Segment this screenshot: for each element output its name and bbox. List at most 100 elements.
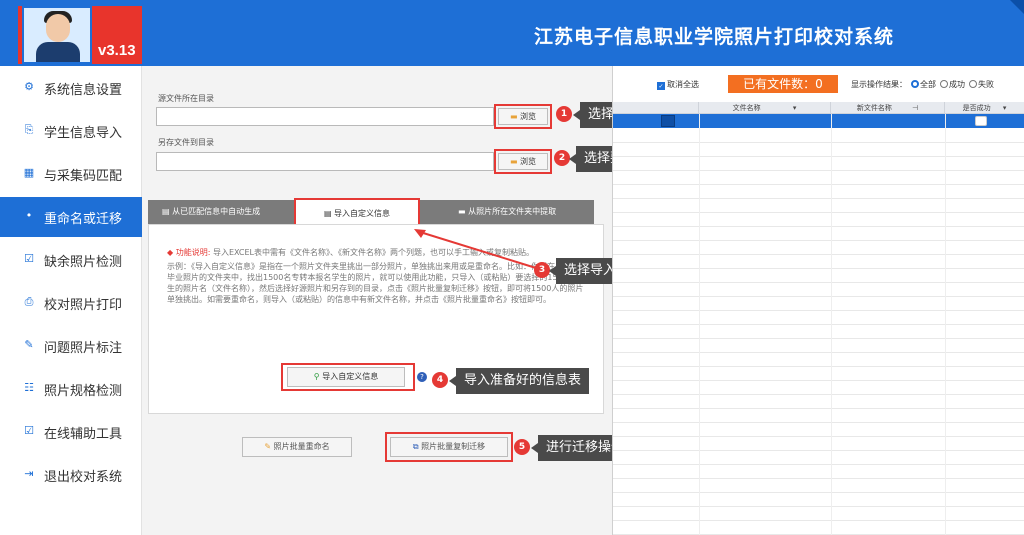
check-icon: ☑: [24, 252, 34, 265]
folder-icon: ▬: [458, 207, 466, 216]
sidebar-item-proof-print[interactable]: ⎙ 校对照片打印: [0, 283, 142, 323]
table-header: 文件名称 ▾ 新文件名称 ⊣ 是否成功 ▾: [613, 102, 1024, 114]
column-label: 是否成功: [962, 104, 991, 112]
radio-success-label: 成功: [949, 80, 965, 89]
version-label: v3.13: [98, 42, 136, 59]
import-custom-button[interactable]: ⚲ 导入自定义信息: [287, 367, 405, 387]
column-header-new-filename[interactable]: 新文件名称 ⊣: [831, 102, 945, 114]
grid-line: [613, 478, 1024, 479]
sort-arrow-icon: ▾: [792, 104, 797, 112]
grid-line: [613, 240, 1024, 241]
tab-auto-generate[interactable]: ▤ 从已匹配信息中自动生成: [162, 200, 294, 224]
batch-copy-move-button[interactable]: ⧉ 照片批量复制迁移: [390, 437, 508, 457]
grid-line: [613, 492, 1024, 493]
step-badge: 2: [554, 150, 570, 166]
batch-rename-label: 照片批量重命名: [273, 442, 330, 451]
grid-line: [613, 408, 1024, 409]
sidebar-item-label: 重命名或迁移: [44, 212, 123, 227]
header-bar: v3.13 江苏电子信息职业学院照片打印校对系统: [0, 0, 1024, 66]
grid-line: [613, 226, 1024, 227]
doc-icon: ▤: [323, 209, 332, 218]
sidebar-item-problem-mark[interactable]: ✎ 问题照片标注: [0, 326, 142, 366]
sidebar-item-student-import[interactable]: ⎘ 学生信息导入: [0, 111, 142, 151]
sidebar-item-label: 学生信息导入: [44, 126, 123, 141]
row-checkbox[interactable]: [975, 116, 987, 126]
pointer-arrow-icon: [414, 229, 537, 269]
sidebar-item-label: 缺余照片检测: [44, 255, 123, 270]
import-icon: ⎘: [24, 123, 34, 136]
column-header-filename[interactable]: 文件名称 ▾: [699, 102, 831, 114]
grid-line: [699, 114, 700, 535]
target-dir-label: 另存文件到目录: [158, 138, 214, 147]
help-icon[interactable]: ?: [417, 372, 427, 382]
source-dir-input[interactable]: [156, 107, 494, 126]
grid-line: [613, 156, 1024, 157]
corner-decoration: [1010, 0, 1024, 14]
grid-line: [613, 296, 1024, 297]
row-number-header: [613, 102, 699, 114]
grid-line: [613, 436, 1024, 437]
main-content: 源文件所在目录 ▬ 浏览 另存文件到目录 ▬ 浏览 ▤ 从已匹配信息中自动生成 …: [142, 66, 762, 535]
browse-source-button[interactable]: ▬ 浏览: [498, 108, 548, 125]
app-title: 江苏电子信息职业学院照片打印校对系统: [534, 26, 895, 48]
browse-target-button[interactable]: ▬ 浏览: [498, 153, 548, 170]
sidebar-item-code-match[interactable]: ▦ 与采集码匹配: [0, 154, 142, 194]
radio-success[interactable]: [940, 80, 948, 88]
browse-label: 浏览: [520, 112, 537, 121]
grid-line: [613, 464, 1024, 465]
sidebar-nav: ⚙ 系统信息设置 ⎘ 学生信息导入 ▦ 与采集码匹配 • 重命名或迁移 ☑ 缺余…: [0, 66, 142, 535]
checkbox-icon: ✓: [657, 82, 665, 90]
grid-line: [613, 198, 1024, 199]
sidebar-item-label: 校对照片打印: [44, 298, 123, 313]
app-window: v3.13 江苏电子信息职业学院照片打印校对系统 ⚙ 系统信息设置 ⎘ 学生信息…: [0, 0, 1024, 535]
sidebar-item-label: 照片规格检测: [44, 384, 123, 399]
doc-icon: ▤: [162, 207, 170, 216]
cancel-all-checkbox[interactable]: ✓ 取消全选: [657, 79, 699, 90]
sidebar-item-online-tools[interactable]: ☑ 在线辅助工具: [0, 412, 142, 452]
row-indicator: [661, 115, 675, 127]
target-dir-input[interactable]: [156, 152, 494, 171]
grid-icon: ▦: [23, 166, 35, 179]
tab-label: 导入自定义信息: [334, 209, 391, 218]
sidebar-item-rename-move[interactable]: • 重命名或迁移: [0, 197, 142, 237]
print-icon: ⎙: [24, 295, 34, 308]
browse-label: 浏览: [520, 157, 537, 166]
table-row[interactable]: [613, 114, 1024, 128]
file-count-badge: 已有文件数：0: [728, 75, 838, 93]
grid-line: [613, 282, 1024, 283]
callout-step-4: 导入准备好的信息表: [448, 368, 590, 394]
grid-line: [831, 114, 832, 535]
radio-all-label: 全部: [920, 80, 936, 89]
radio-all[interactable]: [911, 80, 919, 88]
result-table: 文件名称 ▾ 新文件名称 ⊣ 是否成功 ▾: [613, 102, 1024, 535]
import-button-label: 导入自定义信息: [322, 372, 379, 381]
app-logo: v3.13: [18, 6, 142, 64]
source-dir-label: 源文件所在目录: [158, 94, 214, 103]
radio-fail-label: 失败: [978, 80, 994, 89]
sidebar-item-exit[interactable]: ⇥ 退出校对系统: [0, 455, 142, 495]
sidebar-item-label: 与采集码匹配: [44, 169, 123, 184]
tab-label: 从照片所在文件夹中提取: [468, 207, 557, 216]
tab-extract-folder[interactable]: ▬ 从照片所在文件夹中提取: [458, 200, 594, 224]
column-header-success[interactable]: 是否成功 ▾: [945, 102, 1024, 114]
radio-fail[interactable]: [969, 80, 977, 88]
step-badge: 4: [432, 372, 448, 388]
copy-icon: ⧉: [412, 442, 419, 451]
folder-icon: ▬: [509, 112, 518, 121]
tools-icon: ☑: [24, 424, 34, 437]
rename-icon: ✎: [264, 442, 272, 451]
grid-line: [613, 380, 1024, 381]
sidebar-item-spec-check[interactable]: ☷ 照片规格检测: [0, 369, 142, 409]
sidebar-item-system-settings[interactable]: ⚙ 系统信息设置: [0, 68, 142, 108]
grid-line: [613, 520, 1024, 521]
sidebar-item-missing-check[interactable]: ☑ 缺余照片检测: [0, 240, 142, 280]
tab-label: 从已匹配信息中自动生成: [172, 207, 261, 216]
tab-import-custom[interactable]: ▤ 导入自定义信息: [294, 198, 420, 226]
grid-line: [613, 450, 1024, 451]
grid-line: [613, 324, 1024, 325]
result-filter-label: 显示操作结果：: [851, 80, 907, 89]
batch-rename-button[interactable]: ✎ 照片批量重命名: [242, 437, 352, 457]
grid-line: [613, 268, 1024, 269]
tab-bar: ▤ 从已匹配信息中自动生成 ▤ 导入自定义信息 ▬ 从照片所在文件夹中提取: [148, 198, 594, 226]
grid-line: [613, 422, 1024, 423]
